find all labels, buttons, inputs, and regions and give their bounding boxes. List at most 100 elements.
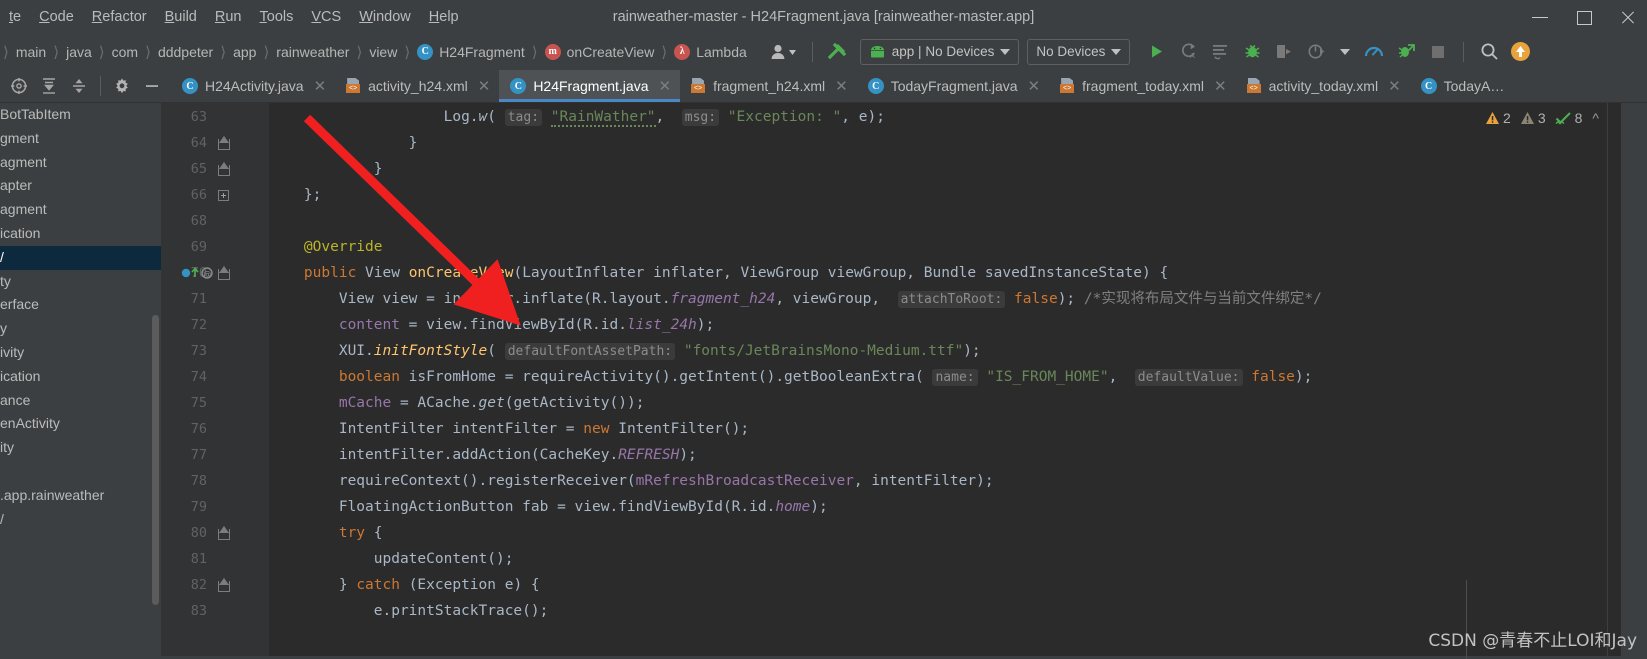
tab-h24activity-java[interactable]: C H24Activity.java ✕	[171, 70, 335, 102]
menu-item-tools[interactable]: Tools	[251, 6, 303, 28]
tab-close-icon[interactable]: ✕	[478, 77, 491, 95]
run-configuration-selector[interactable]: app | No Devices	[859, 38, 1020, 65]
project-tree-item[interactable]: BotTabItem	[0, 103, 161, 127]
menu-item-refactor[interactable]: Refactor	[83, 6, 156, 28]
menu-item-build[interactable]: Build	[156, 6, 206, 28]
code-line[interactable]: intentFilter.addAction(CacheKey.REFRESH)…	[269, 442, 1607, 468]
tab-fragment-h24-xml[interactable]: fragment_h24.xml ✕	[680, 70, 857, 102]
project-tree-item[interactable]: apter	[0, 174, 161, 198]
menu-item-help[interactable]: Help	[420, 6, 468, 28]
weak-warning-count[interactable]: 3	[1520, 110, 1546, 126]
collapse-all-icon[interactable]	[34, 70, 64, 102]
project-tree-item[interactable]: enActivity	[0, 412, 161, 436]
tab-fragment-today-xml[interactable]: fragment_today.xml ✕	[1049, 70, 1235, 102]
maximize-icon[interactable]	[1573, 6, 1595, 28]
fold-expand-icon[interactable]	[218, 190, 229, 201]
breadcrumb-rainweather[interactable]: rainweather	[272, 42, 353, 62]
editor-gutter[interactable]: 63 64 65 66 68 69 70 @ 71 72 73 74 75 76 77 78 79 80 81 82 8…	[161, 103, 269, 656]
menu-item-vcs[interactable]: VCS	[302, 6, 350, 28]
code-line[interactable]: try {	[269, 520, 1607, 546]
user-avatar-icon[interactable]	[765, 39, 803, 65]
inspection-widget[interactable]: 2 3 8 ^	[1477, 103, 1607, 133]
code-line[interactable]: Log.w( tag: "RainWather", msg: "Exceptio…	[269, 104, 1607, 130]
override-marker-icon[interactable]: @	[181, 266, 223, 280]
code-line[interactable]: IntentFilter intentFilter = new IntentFi…	[269, 416, 1607, 442]
apply-changes-icon[interactable]: A	[1172, 39, 1204, 65]
code-line[interactable]: XUI.initFontStyle( defaultFontAssetPath:…	[269, 338, 1607, 364]
code-line[interactable]: } catch (Exception e) {	[269, 572, 1607, 598]
profile-dropdown-icon[interactable]	[1332, 39, 1358, 65]
code-line[interactable]: boolean isFromHome = requireActivity().g…	[269, 364, 1607, 390]
project-tree-item[interactable]: ication	[0, 222, 161, 246]
project-tree-item[interactable]: y	[0, 317, 161, 341]
breadcrumb-h24fragment[interactable]: C H24Fragment	[413, 42, 529, 62]
code-line[interactable]: public View onCreateView(LayoutInflater …	[269, 260, 1607, 286]
project-tree-item[interactable]	[0, 460, 161, 484]
project-tree-item[interactable]: ance	[0, 389, 161, 413]
attach-debugger-icon[interactable]	[1268, 39, 1300, 65]
tab-activity-h24-xml[interactable]: activity_h24.xml ✕	[335, 70, 499, 102]
project-tree-item[interactable]: gment	[0, 127, 161, 151]
fold-arrow-icon[interactable]	[218, 136, 230, 150]
tab-close-icon[interactable]: ✕	[1028, 77, 1041, 95]
close-icon[interactable]	[1617, 6, 1639, 28]
run-icon[interactable]	[1140, 39, 1172, 65]
menu-item-window[interactable]: Window	[350, 6, 420, 28]
tab-close-icon[interactable]: ✕	[1214, 77, 1227, 95]
breadcrumb-view[interactable]: view	[365, 42, 401, 62]
tab-todayactivity-java[interactable]: C TodayA…	[1410, 70, 1514, 102]
expand-icon[interactable]	[64, 70, 94, 102]
code-line[interactable]: updateContent();	[269, 546, 1607, 572]
project-scrollbar[interactable]	[152, 315, 159, 605]
code-line[interactable]: };	[269, 182, 1607, 208]
editor-marker-column[interactable]	[1607, 103, 1621, 656]
minimize-icon[interactable]	[1529, 6, 1551, 28]
code-line[interactable]: content = view.findViewById(R.id.list_24…	[269, 312, 1607, 338]
build-hammer-icon[interactable]	[822, 39, 852, 65]
menu-item-te[interactable]: te	[0, 6, 30, 28]
breadcrumb-lambda[interactable]: λ Lambda	[670, 42, 751, 62]
code-line[interactable]: }	[269, 130, 1607, 156]
project-tree-item[interactable]: ity	[0, 436, 161, 460]
project-tree-item[interactable]: erface	[0, 293, 161, 317]
breadcrumb-java[interactable]: java	[62, 42, 96, 62]
tab-activity-today-xml[interactable]: activity_today.xml ✕	[1236, 70, 1410, 102]
hide-icon[interactable]	[137, 70, 167, 102]
code-line[interactable]: mCache = ACache.get(getActivity());	[269, 390, 1607, 416]
code-line[interactable]: e.printStackTrace();	[269, 598, 1607, 624]
project-tree-item[interactable]: ivity	[0, 341, 161, 365]
search-icon[interactable]	[1473, 39, 1505, 65]
editor-code-area[interactable]: Log.w( tag: "RainWather", msg: "Exceptio…	[269, 103, 1607, 656]
updates-icon[interactable]	[1505, 39, 1535, 65]
project-tree-item[interactable]: agment	[0, 198, 161, 222]
fold-arrow-icon[interactable]	[218, 526, 230, 540]
breadcrumb-dddpeter[interactable]: dddpeter	[154, 42, 217, 62]
tab-todayfragment-java[interactable]: C TodayFragment.java ✕	[857, 70, 1049, 102]
project-tree-item[interactable]: ty	[0, 270, 161, 294]
stop-icon[interactable]	[1422, 39, 1454, 65]
locate-icon[interactable]	[4, 70, 34, 102]
project-tool-window[interactable]: BotTabItem gment agment apter agment ication /…	[0, 103, 161, 656]
tab-close-icon[interactable]: ✕	[658, 77, 671, 95]
code-line[interactable]: @Override	[269, 234, 1607, 260]
profiler-icon[interactable]	[1358, 39, 1390, 65]
breadcrumb-app[interactable]: app	[229, 42, 260, 62]
breadcrumb-com[interactable]: com	[108, 42, 142, 62]
code-line[interactable]: requireContext().registerReceiver(mRefre…	[269, 468, 1607, 494]
project-tree-item[interactable]: ication	[0, 365, 161, 389]
right-tool-window-bar[interactable]	[1621, 103, 1647, 656]
layout-inspector-icon[interactable]	[1390, 39, 1422, 65]
project-tree-item[interactable]: /	[0, 245, 161, 270]
project-tree-item[interactable]: agment	[0, 151, 161, 175]
fold-arrow-icon[interactable]	[218, 578, 230, 592]
tab-close-icon[interactable]: ✕	[835, 77, 848, 95]
profile-icon[interactable]	[1300, 39, 1332, 65]
breadcrumb-oncreateview[interactable]: m onCreateView	[541, 42, 659, 62]
menu-item-run[interactable]: Run	[206, 6, 251, 28]
menu-item-code[interactable]: Code	[30, 6, 83, 28]
tab-h24fragment-java[interactable]: C H24Fragment.java ✕	[499, 70, 681, 102]
debug-icon[interactable]	[1236, 39, 1268, 65]
checks-count[interactable]: 8	[1555, 110, 1582, 126]
tab-close-icon[interactable]: ✕	[1388, 77, 1401, 95]
code-line[interactable]: View view = inflater.inflate(R.layout.fr…	[269, 286, 1607, 312]
